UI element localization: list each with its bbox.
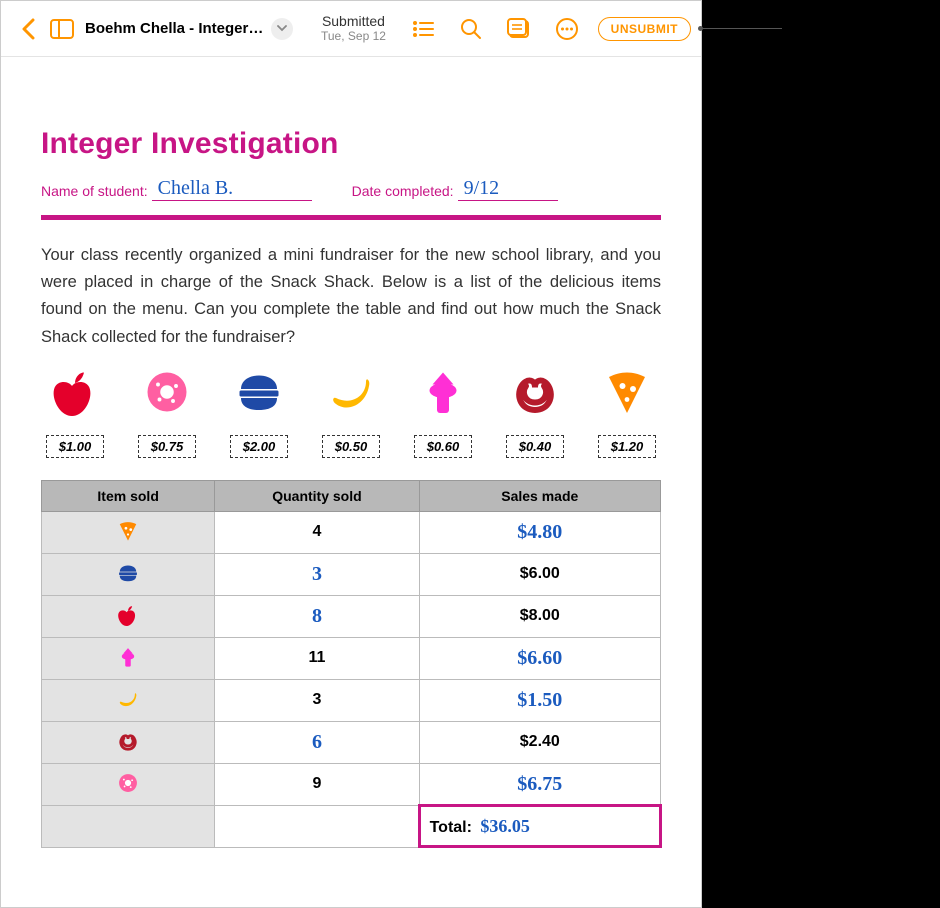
cell-qty: 6: [215, 721, 419, 763]
table-row: 4 $4.80: [42, 511, 661, 553]
name-value: Chella B.: [158, 177, 234, 199]
menu-item-donut: $0.75: [135, 367, 199, 458]
toolbar: Boehm Chella - Integers I... Submitted T…: [1, 1, 701, 57]
total-empty2: [215, 805, 419, 847]
doc-title-wrap: Boehm Chella - Integers I...: [85, 18, 293, 40]
menu-item-apple: $1.00: [43, 367, 107, 458]
cell-qty: 8: [215, 595, 419, 637]
table-row: 11 $6.60: [42, 637, 661, 679]
menu-row: $1.00 $0.75 $2.00 $0.50 $0.60 $0.40 $1.2…: [41, 367, 661, 458]
cell-qty: 4: [215, 511, 419, 553]
back-icon[interactable]: [11, 12, 45, 46]
cell-sales: $6.60: [419, 637, 660, 679]
cell-item: [42, 637, 215, 679]
toc-icon[interactable]: [406, 12, 440, 46]
total-cell: Total: $36.05: [419, 805, 660, 847]
name-field: Name of student: Chella B.: [41, 177, 312, 201]
pretzel-icon: [116, 730, 140, 754]
pizza-icon: [602, 367, 652, 417]
cell-qty: 9: [215, 763, 419, 805]
annotation-icon[interactable]: [502, 12, 536, 46]
price-pretzel: $0.40: [506, 435, 564, 458]
icecream-icon: [418, 367, 468, 417]
cell-item: [42, 511, 215, 553]
th-sales: Sales made: [419, 480, 660, 511]
donut-icon: [142, 367, 192, 417]
unsubmit-button[interactable]: UNSUBMIT: [598, 17, 691, 41]
date-value: 9/12: [464, 177, 500, 199]
status-block: Submitted Tue, Sep 12: [321, 14, 386, 43]
cell-item: [42, 721, 215, 763]
menu-item-burger: $2.00: [227, 367, 291, 458]
total-empty1: [42, 805, 215, 847]
callout-pointer: [702, 28, 782, 29]
app-window: Boehm Chella - Integers I... Submitted T…: [0, 0, 702, 908]
menu-item-pizza: $1.20: [595, 367, 659, 458]
total-value: $36.05: [480, 816, 530, 836]
date-label: Date completed:: [352, 183, 454, 201]
th-qty: Quantity sold: [215, 480, 419, 511]
page-heading: Integer Investigation: [41, 127, 661, 161]
cell-item: [42, 763, 215, 805]
banana-icon: [116, 688, 140, 712]
cell-qty: 3: [215, 679, 419, 721]
banana-icon: [326, 367, 376, 417]
cell-sales: $8.00: [419, 595, 660, 637]
burger-icon: [234, 367, 284, 417]
cell-item: [42, 679, 215, 721]
title-chevron-icon[interactable]: [271, 18, 293, 40]
menu-item-pretzel: $0.40: [503, 367, 567, 458]
price-donut: $0.75: [138, 435, 196, 458]
price-burger: $2.00: [230, 435, 288, 458]
apple-icon: [50, 367, 100, 417]
more-icon[interactable]: [550, 12, 584, 46]
price-pizza: $1.20: [598, 435, 656, 458]
burger-icon: [116, 562, 140, 586]
table-row: 6 $2.40: [42, 721, 661, 763]
cell-sales: $2.40: [419, 721, 660, 763]
price-apple: $1.00: [46, 435, 104, 458]
table-row: 3 $6.00: [42, 553, 661, 595]
table-row: 9 $6.75: [42, 763, 661, 805]
total-label: Total:: [430, 819, 472, 836]
date-field: Date completed: 9/12: [352, 177, 558, 201]
doc-title: Boehm Chella - Integers I...: [85, 20, 265, 37]
th-item: Item sold: [42, 480, 215, 511]
table-row: 8 $8.00: [42, 595, 661, 637]
table-row: 3 $1.50: [42, 679, 661, 721]
icecream-icon: [116, 646, 140, 670]
divider-bar: [41, 215, 661, 220]
document-body: Integer Investigation Name of student: C…: [1, 57, 701, 878]
search-icon[interactable]: [454, 12, 488, 46]
price-banana: $0.50: [322, 435, 380, 458]
cell-item: [42, 595, 215, 637]
pretzel-icon: [510, 367, 560, 417]
cell-qty: 3: [215, 553, 419, 595]
menu-item-banana: $0.50: [319, 367, 383, 458]
cell-sales: $6.00: [419, 553, 660, 595]
status-line2: Tue, Sep 12: [321, 30, 386, 43]
cell-sales: $4.80: [419, 511, 660, 553]
sales-table: Item sold Quantity sold Sales made 4 $4.…: [41, 480, 661, 848]
status-line1: Submitted: [321, 14, 386, 29]
donut-icon: [116, 772, 140, 796]
sidebar-toggle-icon[interactable]: [45, 12, 79, 46]
price-icecream: $0.60: [414, 435, 472, 458]
info-row: Name of student: Chella B. Date complete…: [41, 177, 661, 201]
cell-sales: $1.50: [419, 679, 660, 721]
cell-item: [42, 553, 215, 595]
cell-sales: $6.75: [419, 763, 660, 805]
cell-qty: 11: [215, 637, 419, 679]
pizza-icon: [116, 520, 140, 544]
name-label: Name of student:: [41, 183, 148, 201]
toolbar-right: UNSUBMIT: [406, 12, 691, 46]
apple-icon: [116, 604, 140, 628]
menu-item-icecream: $0.60: [411, 367, 475, 458]
body-text: Your class recently organized a mini fun…: [41, 242, 661, 351]
